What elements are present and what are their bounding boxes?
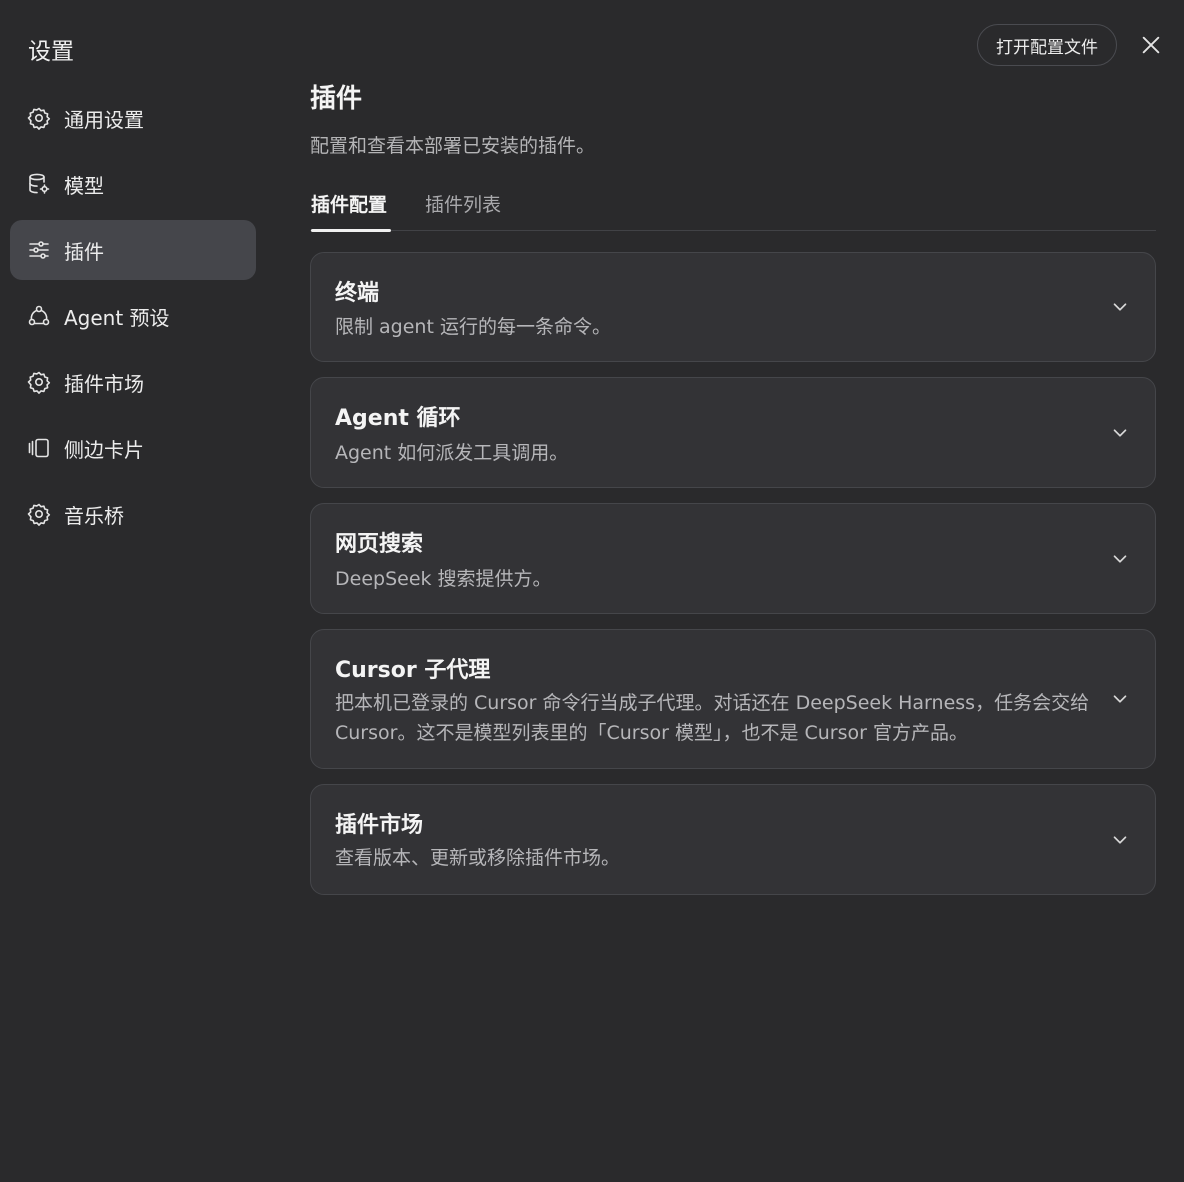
page-title: 插件 — [310, 84, 363, 114]
chevron-down-icon[interactable] — [1109, 688, 1131, 710]
chevron-down-icon[interactable] — [1109, 829, 1131, 851]
card-title: 插件市场 — [335, 813, 424, 838]
sliders-icon — [27, 238, 51, 262]
sidebar-item-agent-presets[interactable]: Agent 预设 — [10, 286, 256, 346]
plugin-card-terminal[interactable]: 终端 限制 agent 运行的每一条命令。 — [310, 252, 1156, 362]
sidebar-item-side-cards[interactable]: 侧边卡片 — [10, 418, 256, 478]
sidebar: 设置 通用设置 模型 插件 Agent 预设 插件市场 侧边卡片 音乐桥 — [0, 0, 270, 1182]
plugin-card-web-search[interactable]: 网页搜索 DeepSeek 搜索提供方。 — [310, 503, 1156, 614]
gear-icon — [27, 106, 51, 130]
plugin-card-cursor-subagent[interactable]: Cursor 子代理 把本机已登录的 Cursor 命令行当成子代理。对话还在 … — [310, 629, 1156, 769]
sidebar-item-label: 音乐桥 — [64, 503, 124, 528]
cards-icon — [27, 436, 51, 460]
nodes-icon — [27, 304, 51, 328]
card-description: Agent 如何派发工具调用。 — [335, 442, 569, 464]
chevron-down-icon[interactable] — [1109, 422, 1131, 444]
sidebar-item-label: 插件市场 — [64, 371, 144, 396]
plugin-card-plugin-market[interactable]: 插件市场 查看版本、更新或移除插件市场。 — [310, 784, 1156, 895]
card-title: Cursor 子代理 — [335, 658, 491, 683]
plugin-card-agent-loop[interactable]: Agent 循环 Agent 如何派发工具调用。 — [310, 377, 1156, 488]
sidebar-item-models[interactable]: 模型 — [10, 154, 256, 214]
sidebar-item-label: 侧边卡片 — [64, 437, 144, 462]
open-config-file-button[interactable]: 打开配置文件 — [977, 24, 1117, 66]
close-icon — [1142, 36, 1160, 54]
sidebar-item-plugin-market[interactable]: 插件市场 — [10, 352, 256, 412]
page-description: 配置和查看本部署已安装的插件。 — [310, 135, 596, 157]
card-description: 查看版本、更新或移除插件市场。 — [335, 847, 621, 869]
gear-icon — [27, 502, 51, 526]
chevron-down-icon[interactable] — [1109, 548, 1131, 570]
card-title: Agent 循环 — [335, 406, 461, 431]
chevron-down-icon[interactable] — [1109, 296, 1131, 318]
tab-label: 插件列表 — [425, 194, 502, 216]
sidebar-title: 设置 — [28, 39, 74, 65]
sidebar-item-music-bridge[interactable]: 音乐桥 — [10, 484, 256, 544]
card-title: 网页搜索 — [335, 532, 424, 557]
sidebar-item-plugins[interactable]: 插件 — [10, 220, 256, 280]
sidebar-item-label: 插件 — [64, 239, 104, 264]
close-button[interactable] — [1136, 30, 1166, 60]
tab-plugin-list[interactable]: 插件列表 — [425, 186, 505, 231]
card-description: DeepSeek 搜索提供方。 — [335, 568, 552, 590]
sidebar-item-label: Agent 预设 — [64, 305, 170, 330]
card-description-line: Cursor。这不是模型列表里的「Cursor 模型」，也不是 Cursor 官… — [335, 722, 968, 744]
gear-icon — [27, 370, 51, 394]
sidebar-item-general[interactable]: 通用设置 — [10, 88, 256, 148]
database-gear-icon — [27, 172, 51, 196]
tab-bar: 插件配置 插件列表 — [310, 186, 1156, 232]
card-description: 限制 agent 运行的每一条命令。 — [335, 316, 611, 338]
tab-label: 插件配置 — [311, 194, 388, 216]
sidebar-item-label: 通用设置 — [64, 107, 144, 132]
card-title: 终端 — [335, 281, 380, 306]
sidebar-item-label: 模型 — [64, 173, 104, 198]
card-description-line: 把本机已登录的 Cursor 命令行当成子代理。对话还在 DeepSeek Ha… — [335, 692, 1090, 714]
card-description: 把本机已登录的 Cursor 命令行当成子代理。对话还在 DeepSeek Ha… — [335, 688, 1090, 748]
nav-list: 通用设置 模型 插件 Agent 预设 插件市场 侧边卡片 音乐桥 — [10, 88, 256, 550]
tab-plugin-config[interactable]: 插件配置 — [311, 186, 391, 232]
